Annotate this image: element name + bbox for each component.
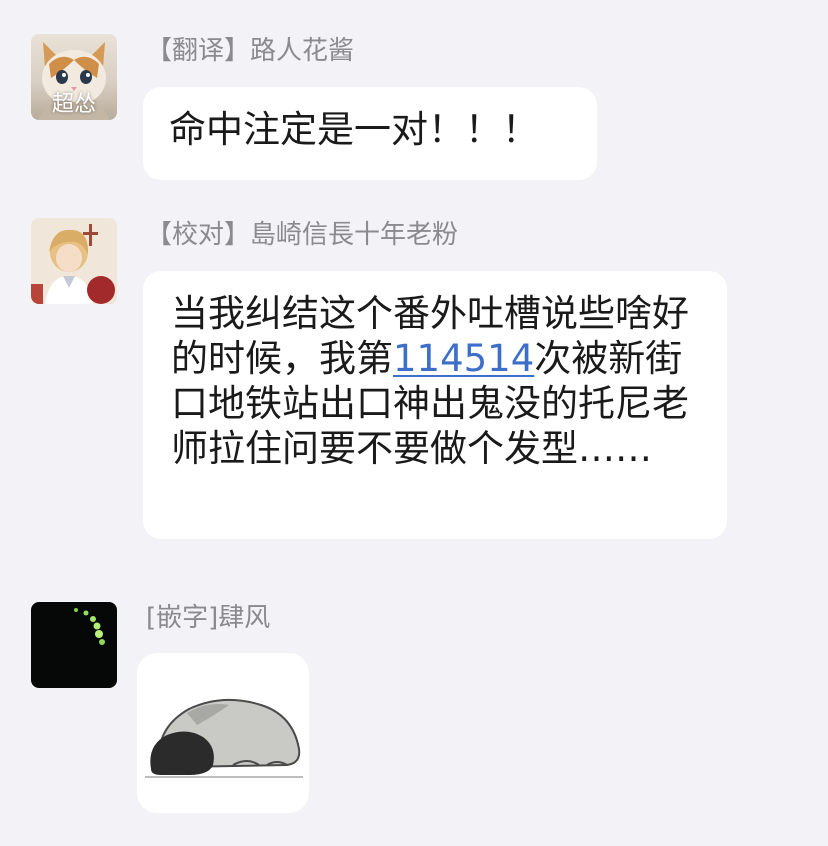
- sender-line: 【翻译】路人花酱: [146, 34, 354, 68]
- sender-role-tag: 【校对】: [146, 220, 251, 250]
- message-bubble[interactable]: 命中注定是一对！！！: [143, 87, 597, 180]
- character-portrait-icon: [31, 218, 117, 304]
- message-bubble[interactable]: 当我纠结这个番外吐槽说些啥好的时候，我第114514次被新街口地铁站出口神出鬼没…: [143, 271, 727, 539]
- firefly-avatar[interactable]: [31, 602, 117, 688]
- sender-name: 島崎信長十年老粉: [250, 220, 459, 250]
- number-link[interactable]: 114514: [393, 337, 534, 380]
- message-text: 当我纠结这个番外吐槽说些啥好的时候，我第114514次被新街口地铁站出口神出鬼没…: [171, 291, 699, 471]
- sender-line: 【校对】島崎信長十年老粉: [146, 218, 458, 252]
- sticker-image[interactable]: [137, 653, 309, 813]
- sender-role-tag: 【翻译】: [146, 36, 251, 66]
- sender-line: [嵌字]肆风: [146, 601, 270, 635]
- glowing-dots-icon: [74, 608, 105, 645]
- anime-character-avatar[interactable]: [31, 218, 117, 304]
- sender-name: 肆风: [218, 603, 271, 633]
- message-text: 命中注定是一对！！！: [169, 108, 539, 151]
- sender-name: 路人花酱: [250, 36, 355, 66]
- avatar-caption: 超怂: [51, 92, 96, 117]
- sender-role-tag: [嵌字]: [146, 603, 219, 633]
- sleeping-creature-sticker-icon: [145, 698, 303, 778]
- cat-avatar[interactable]: 超怂: [31, 34, 117, 120]
